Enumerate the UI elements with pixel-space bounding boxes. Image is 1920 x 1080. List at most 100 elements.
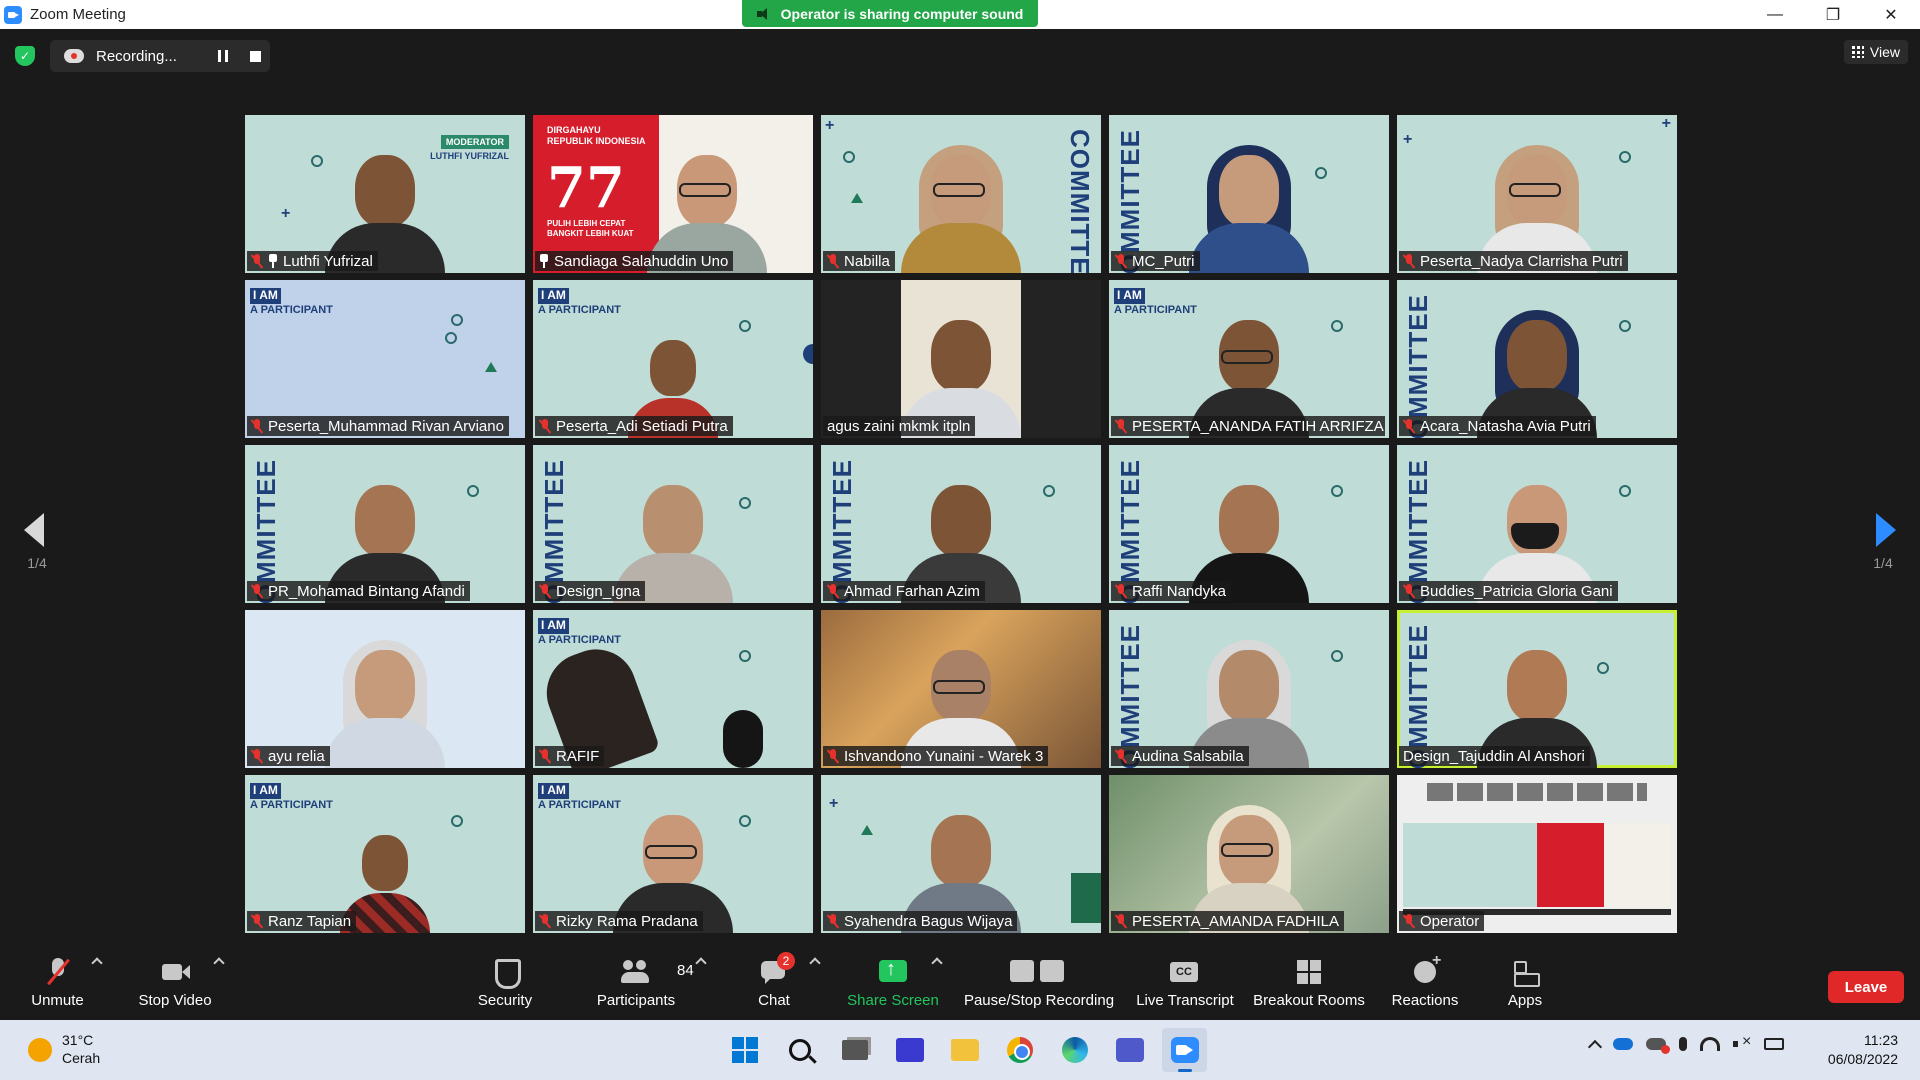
grid-icon <box>1851 46 1864 58</box>
share-screen-button[interactable]: Share Screen <box>843 943 943 1015</box>
video-tile[interactable]: + Syahendra Bagus Wijaya <box>821 775 1101 933</box>
pulih-caption: PULIH LEBIH CEPAT BANGKIT LEBIH KUAT <box>547 219 634 238</box>
video-tile[interactable]: I AM A PARTICIPANT RAFIF <box>533 610 813 768</box>
video-tile[interactable]: COMMITTEE PR_Mohamad Bintang Afandi <box>245 445 525 603</box>
participants-button[interactable]: 84 Participants <box>590 943 694 1015</box>
taskbar-app-zoom[interactable] <box>1162 1028 1207 1072</box>
video-tile[interactable]: COMMITTEE Buddies_Patricia Gloria Gani <box>1397 445 1677 603</box>
pause-stop-recording-button[interactable]: Pause/Stop Recording <box>962 943 1116 1015</box>
live-transcript-button[interactable]: Live Transcript <box>1133 943 1237 1015</box>
previous-page-button[interactable] <box>24 513 48 553</box>
battery-icon[interactable] <box>1764 1038 1784 1050</box>
pause-recording-icon[interactable] <box>218 50 228 62</box>
participant-name: Buddies_Patricia Gloria Gani <box>1420 582 1613 600</box>
participant-name: Peserta_Adi Setiadi Putra <box>556 417 728 435</box>
video-tile[interactable]: DIRGAHAYU REPUBLIK INDONESIA 77 PULIH LE… <box>533 115 813 273</box>
video-tile[interactable]: I AM A PARTICIPANT Peserta_Adi Setiadi Pu… <box>533 280 813 438</box>
video-tile[interactable]: ayu relia <box>245 610 525 768</box>
restore-button[interactable]: ❐ <box>1804 0 1862 29</box>
video-tile[interactable]: COMMITTEE Audina Salsabila <box>1109 610 1389 768</box>
video-tile[interactable]: I AM A PARTICIPANT PESERTA_ANANDA FATIH A… <box>1109 280 1389 438</box>
video-tile[interactable]: I AM A PARTICIPANT Ranz Tapian <box>245 775 525 933</box>
microphone-in-use-icon[interactable] <box>1679 1037 1687 1051</box>
muted-mic-icon <box>539 914 551 928</box>
security-shield-icon <box>490 958 521 989</box>
taskbar-clock[interactable]: 11:23 06/08/2022 <box>1828 1031 1898 1069</box>
video-tile[interactable]: Ishvandono Yunaini - Warek 3 <box>821 610 1101 768</box>
video-tile[interactable]: Operator <box>1397 775 1677 933</box>
participant-name-tag: ayu relia <box>247 746 330 766</box>
task-view-button[interactable] <box>832 1028 877 1072</box>
breakout-rooms-button[interactable]: Breakout Rooms <box>1251 943 1367 1015</box>
plus-decoration-icon: + <box>829 795 839 812</box>
muted-mic-icon <box>251 914 263 928</box>
leave-button[interactable]: Leave <box>1828 971 1904 1003</box>
security-button[interactable]: Security <box>470 943 540 1015</box>
plus-decoration-icon: + <box>1661 115 1671 132</box>
video-tile[interactable]: + MODERATOR LUTHFI YUFRIZAL Luthfi Yufri… <box>245 115 525 273</box>
minimize-button[interactable]: — <box>1746 0 1804 29</box>
video-tile[interactable]: I AM A PARTICIPANT Rizky Rama Pradana <box>533 775 813 933</box>
chat-button[interactable]: 2 Chat <box>748 943 800 1015</box>
onedrive-icon[interactable] <box>1613 1038 1633 1050</box>
apps-button[interactable]: Apps <box>1500 943 1550 1015</box>
volume-muted-icon[interactable] <box>1733 1033 1751 1051</box>
video-tile[interactable]: COMMITTEE Acara_Natasha Avia Putri <box>1397 280 1677 438</box>
close-button[interactable]: ✕ <box>1862 0 1920 29</box>
search-button[interactable] <box>777 1028 822 1072</box>
temperature: 31°C <box>62 1032 94 1048</box>
sound-sharing-banner[interactable]: Operator is sharing computer sound <box>742 0 1038 27</box>
participant-name: Design_Igna <box>556 582 641 600</box>
chat-options-caret-icon[interactable] <box>809 957 821 969</box>
muted-mic-icon <box>1115 584 1127 598</box>
ring-decoration-icon <box>739 815 751 827</box>
view-button[interactable]: View <box>1843 40 1908 64</box>
ring-decoration-icon <box>1331 320 1343 332</box>
video-tile[interactable]: + COMMITTEE Nabilla <box>821 115 1101 273</box>
windows-logo-icon <box>731 1037 758 1063</box>
weather-widget[interactable]: 31°C Cerah <box>28 1032 100 1067</box>
video-tile[interactable]: COMMITTEE MC_Putri <box>1109 115 1389 273</box>
participant-name-tag: RAFIF <box>535 746 605 766</box>
moderator-badge: MODERATOR <box>440 135 509 149</box>
ring-decoration-icon <box>311 155 323 167</box>
stop-video-button[interactable]: Stop Video <box>130 943 220 1015</box>
wifi-icon[interactable] <box>1700 1037 1720 1051</box>
taskbar-app-edge[interactable] <box>1052 1028 1097 1072</box>
next-page-button[interactable] <box>1876 513 1900 553</box>
video-tile[interactable]: + + Peserta_Nadya Clarrisha Putri <box>1397 115 1677 273</box>
encryption-shield-icon[interactable]: ✓ <box>15 46 35 66</box>
participant-name-tag: Ahmad Farhan Azim <box>823 581 985 601</box>
taskbar-app-teams[interactable] <box>1107 1028 1152 1072</box>
apps-icon <box>1510 958 1540 987</box>
video-tile[interactable]: agus zaini mkmk itpln <box>821 280 1101 438</box>
show-hidden-icons-chevron-icon[interactable] <box>1587 1039 1603 1055</box>
video-tile[interactable]: COMMITTEE Ahmad Farhan Azim <box>821 445 1101 603</box>
start-button[interactable] <box>722 1028 767 1072</box>
ring-decoration-icon <box>1619 320 1631 332</box>
muted-microphone-icon <box>43 958 73 986</box>
video-tile[interactable]: COMMITTEE Design_Igna <box>533 445 813 603</box>
taskbar-app-pen[interactable] <box>887 1028 932 1072</box>
ring-decoration-icon <box>1331 485 1343 497</box>
participant-name: Rizky Rama Pradana <box>556 912 698 930</box>
unmute-label: Unmute <box>31 992 84 1009</box>
video-tile-active-speaker[interactable]: COMMITTEE Design_Tajuddin Al Anshori <box>1397 610 1677 768</box>
video-tile[interactable]: I AM A PARTICIPANT Peserta_Muhammad Rivan… <box>245 280 525 438</box>
participant-name-tag: Design_Igna <box>535 581 646 601</box>
taskbar-app-file-explorer[interactable] <box>942 1028 987 1072</box>
reactions-button[interactable]: Reactions <box>1388 943 1462 1015</box>
ring-decoration-icon <box>451 314 463 326</box>
participant-name: RAFIF <box>556 747 600 765</box>
participant-name-tag: Operator <box>1399 911 1485 931</box>
participant-name: PESERTA_ANANDA FATIH ARRIFZA <box>1132 417 1384 435</box>
unmute-button[interactable]: Unmute <box>20 943 95 1015</box>
onedrive-error-icon[interactable] <box>1646 1038 1670 1054</box>
stop-recording-icon[interactable] <box>250 51 261 62</box>
video-tile[interactable]: PESERTA_AMANDA FADHILA <box>1109 775 1389 933</box>
taskbar-app-chrome[interactable] <box>997 1028 1042 1072</box>
live-transcript-label: Live Transcript <box>1136 992 1234 1009</box>
arrow-right-icon <box>1876 513 1896 547</box>
participants-options-caret-icon[interactable] <box>695 957 707 969</box>
video-tile[interactable]: COMMITTEE Raffi Nandyka <box>1109 445 1389 603</box>
